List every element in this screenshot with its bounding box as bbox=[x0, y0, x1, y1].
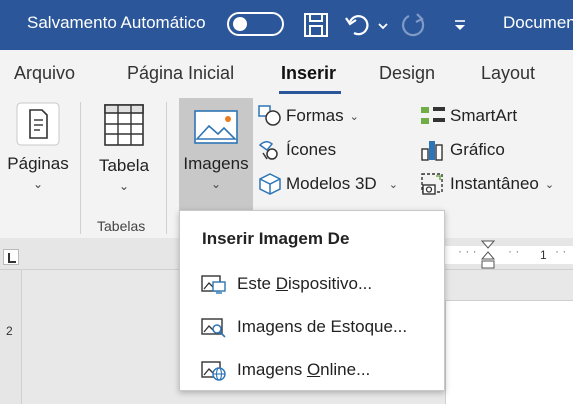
stock-image-icon bbox=[201, 318, 226, 338]
active-tab-indicator bbox=[279, 91, 341, 94]
grafico-button[interactable]: Gráfico bbox=[420, 137, 505, 163]
chevron-down-icon: ⌄ bbox=[349, 110, 359, 123]
tab-arquivo[interactable]: Arquivo bbox=[14, 63, 75, 84]
menu-item-imagens-online[interactable]: Imagens Online... bbox=[180, 351, 444, 389]
ruler-ticks: · · bbox=[508, 244, 520, 258]
chevron-down-icon: ⌄ bbox=[544, 178, 555, 191]
tab-design[interactable]: Design bbox=[379, 63, 435, 84]
customize-toolbar-icon[interactable] bbox=[452, 11, 468, 39]
screenshot-icon bbox=[421, 173, 443, 195]
insert-picture-menu: Inserir Imagem De Este Dispositivo... Im… bbox=[179, 210, 445, 391]
indent-marker-icon[interactable] bbox=[480, 240, 496, 274]
menu-item-label: Este Dispositivo... bbox=[237, 274, 373, 293]
chevron-down-icon: ⌄ bbox=[118, 179, 130, 193]
group-separator bbox=[80, 102, 81, 234]
title-bar: Salvamento Automático Documen bbox=[0, 0, 573, 50]
grafico-label: Gráfico bbox=[450, 140, 505, 159]
formas-button[interactable]: Formas ⌄ bbox=[258, 103, 359, 129]
icons-icon bbox=[258, 141, 278, 160]
table-icon bbox=[104, 104, 144, 146]
chart-icon bbox=[421, 141, 443, 161]
tabela-label: Tabela bbox=[98, 156, 150, 175]
group-separator bbox=[166, 102, 167, 234]
tabela-button[interactable]: Tabela ⌄ bbox=[88, 98, 160, 192]
document-page[interactable] bbox=[445, 300, 573, 404]
tabelas-group-label: Tabelas bbox=[97, 218, 146, 234]
pages-icon bbox=[16, 102, 60, 146]
online-image-icon bbox=[201, 361, 226, 381]
smartart-label: SmartArt bbox=[450, 106, 518, 125]
modelos3d-label: Modelos 3D bbox=[286, 174, 377, 193]
ribbon-tabs: Arquivo Página Inicial Inserir Design La… bbox=[0, 50, 573, 98]
menu-item-imagens-de-estoque[interactable]: Imagens de Estoque... bbox=[180, 308, 444, 346]
tab-inserir[interactable]: Inserir bbox=[281, 63, 336, 84]
tab-selector[interactable] bbox=[3, 249, 19, 265]
icones-button[interactable]: Ícones bbox=[258, 137, 336, 163]
document-title: Documen bbox=[503, 13, 573, 32]
device-image-icon bbox=[201, 275, 226, 294]
undo-chevron-icon[interactable] bbox=[377, 11, 389, 39]
3d-models-icon bbox=[259, 173, 281, 195]
paginas-label: Páginas bbox=[7, 154, 69, 173]
save-icon[interactable] bbox=[303, 11, 329, 39]
menu-item-label: Imagens Online... bbox=[237, 360, 371, 379]
autosave-toggle[interactable] bbox=[227, 12, 284, 36]
imagens-label: Imagens bbox=[183, 154, 249, 173]
menu-item-este-dispositivo[interactable]: Este Dispositivo... bbox=[180, 265, 444, 303]
ruler-ticks: · · bbox=[555, 244, 567, 258]
ruler-number: 1 bbox=[540, 248, 547, 262]
menu-item-label: Imagens de Estoque... bbox=[237, 317, 408, 336]
autosave-label: Salvamento Automático bbox=[27, 13, 206, 32]
picture-icon bbox=[194, 110, 238, 144]
menu-header: Inserir Imagem De bbox=[202, 229, 350, 248]
ruler-ticks: · · · bbox=[458, 244, 477, 258]
chevron-down-icon: ⌄ bbox=[32, 177, 44, 191]
smartart-icon bbox=[421, 107, 445, 124]
instantaneo-button[interactable]: Instantâneo ⌄ bbox=[420, 171, 554, 197]
icones-label: Ícones bbox=[286, 140, 337, 159]
undo-icon[interactable] bbox=[344, 11, 372, 39]
modelos3d-button[interactable]: Modelos 3D ⌄ bbox=[258, 171, 398, 197]
toggle-knob bbox=[233, 17, 247, 31]
ruler-number-vertical: 2 bbox=[6, 324, 13, 338]
shapes-icon bbox=[258, 105, 281, 126]
paginas-button[interactable]: Páginas ⌄ bbox=[0, 98, 76, 190]
redo-icon bbox=[402, 13, 425, 37]
instantaneo-label: Instantâneo bbox=[450, 174, 539, 193]
tab-layout[interactable]: Layout bbox=[481, 63, 535, 84]
formas-label: Formas bbox=[286, 106, 344, 125]
imagens-button[interactable]: Imagens ⌄ bbox=[179, 98, 253, 210]
chevron-down-icon: ⌄ bbox=[388, 178, 398, 191]
tab-pagina-inicial[interactable]: Página Inicial bbox=[127, 63, 234, 84]
smartart-button[interactable]: SmartArt bbox=[420, 103, 517, 129]
chevron-down-icon: ⌄ bbox=[210, 177, 222, 191]
